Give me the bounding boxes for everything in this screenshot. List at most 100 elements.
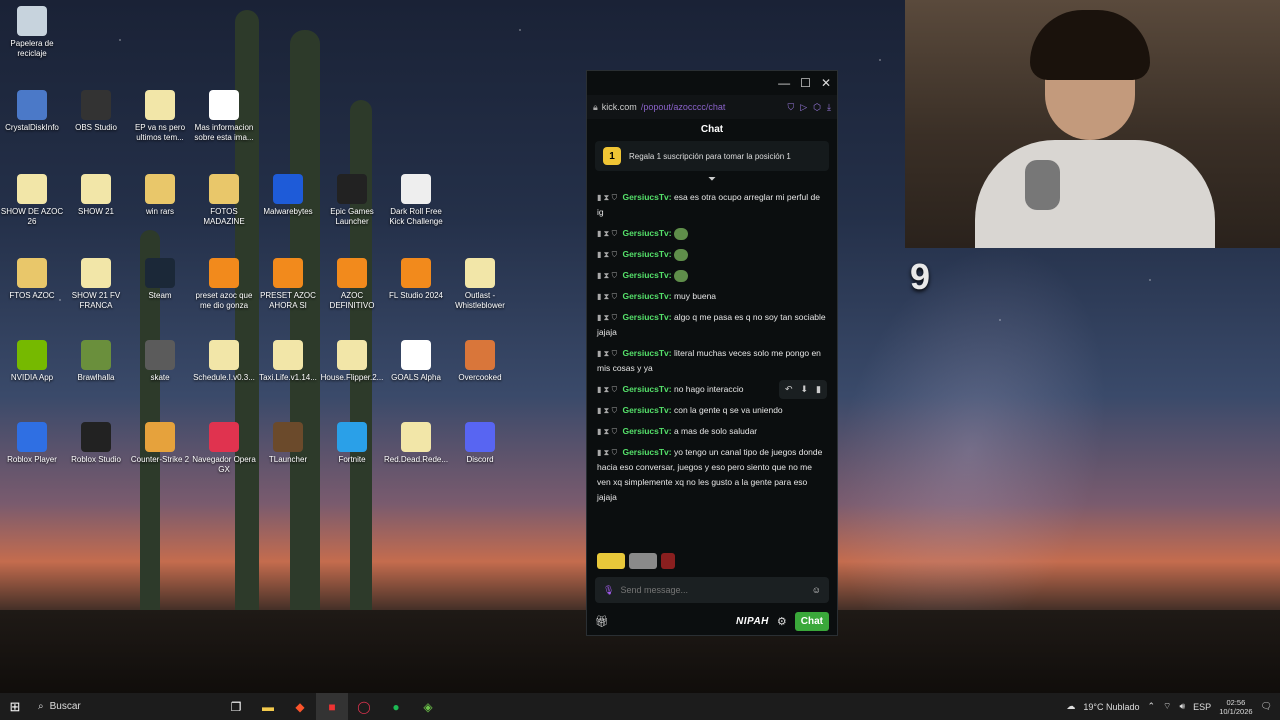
taskbar-search[interactable]: ⌕ Buscar bbox=[30, 693, 220, 720]
desktop-icon[interactable]: preset azoc que me dio gonza bbox=[192, 258, 256, 311]
desktop-icon[interactable]: AZOC DEFINITIVO bbox=[320, 258, 384, 311]
desktop-icon[interactable]: OBS Studio bbox=[64, 90, 128, 133]
desktop-icon[interactable]: PRESET AZOC AHORA SI bbox=[256, 258, 320, 311]
microphone-icon[interactable]: 🎙︎ bbox=[603, 585, 614, 596]
desktop-icon[interactable]: Dark Roll Free Kick Challenge bbox=[384, 174, 448, 227]
chat-message[interactable]: ▮ ⧗ ⛉ GersiucsTv: bbox=[597, 268, 827, 283]
task-view-icon[interactable]: ❐ bbox=[220, 693, 252, 720]
chat-username[interactable]: GersiucsTv: bbox=[622, 384, 671, 394]
chat-message[interactable]: ▮ ⧗ ⛉ GersiucsTv: no hago interaccio ↶ ⬇ ▮ bbox=[597, 380, 827, 399]
desktop-icon[interactable]: FTOS AZOC bbox=[0, 258, 64, 301]
desktop-icon[interactable]: CrystalDiskInfo bbox=[0, 90, 64, 133]
chat-username[interactable]: GersiucsTv: bbox=[622, 348, 671, 358]
desktop-icon[interactable]: Schedule.I.v0.3... bbox=[192, 340, 256, 383]
reply-icon[interactable]: ↶ bbox=[785, 382, 793, 397]
desktop-icon[interactable]: Outlast - Whistleblower bbox=[448, 258, 512, 311]
desktop-icon[interactable]: TLauncher bbox=[256, 422, 320, 465]
sub-gift-banner[interactable]: 1 Regala 1 suscripción para tomar la pos… bbox=[595, 141, 829, 171]
chat-username[interactable]: GersiucsTv: bbox=[622, 426, 671, 436]
language-indicator[interactable]: ESP bbox=[1193, 702, 1211, 712]
obs-taskbar-icon[interactable]: ■ bbox=[316, 693, 348, 720]
pin-icon[interactable]: ⬇ bbox=[801, 382, 809, 397]
desktop-icon[interactable]: skate bbox=[128, 340, 192, 383]
tray-chevron-icon[interactable]: ⌃ bbox=[1147, 701, 1155, 712]
desktop-icon[interactable]: Epic Games Launcher bbox=[320, 174, 384, 227]
network-icon[interactable]: ⌔ bbox=[1163, 701, 1171, 712]
chat-message[interactable]: ▮ ⧗ ⛉ GersiucsTv: yo tengo un canal tipo… bbox=[597, 445, 827, 505]
download-icon[interactable]: ⤓ bbox=[827, 102, 831, 113]
emote-face[interactable] bbox=[629, 553, 657, 569]
desktop-icon[interactable]: SHOW 21 FV FRANCA bbox=[64, 258, 128, 311]
settings-icon[interactable]: ⚙ bbox=[777, 615, 787, 628]
chat-username[interactable]: GersiucsTv: bbox=[622, 447, 671, 457]
chat-message[interactable]: ▮ ⧗ ⛉ GersiucsTv: algo q me pasa es q no… bbox=[597, 310, 827, 340]
opera-gx-taskbar-icon[interactable]: ◯ bbox=[348, 693, 380, 720]
chat-message[interactable]: ▮ ⧗ ⛉ GersiucsTv: a mas de solo saludar bbox=[597, 424, 827, 439]
chat-username[interactable]: GersiucsTv: bbox=[622, 249, 671, 259]
weather-text[interactable]: 19°C Nublado bbox=[1083, 702, 1139, 712]
chat-message[interactable]: ▮ ⧗ ⛉ GersiucsTv: muy buena bbox=[597, 289, 827, 304]
chat-message[interactable]: ▮ ⧗ ⛉ GersiucsTv: con la gente q se va u… bbox=[597, 403, 827, 418]
windows-start-icon[interactable]: ⊞ bbox=[0, 699, 30, 715]
desktop-icon[interactable]: GOALS Alpha bbox=[384, 340, 448, 383]
desktop-icon[interactable]: FOTOS MADAZINE bbox=[192, 174, 256, 227]
chat-username[interactable]: GersiucsTv: bbox=[622, 270, 671, 280]
emote-minion[interactable] bbox=[597, 553, 625, 569]
desktop-icon[interactable]: FL Studio 2024 bbox=[384, 258, 448, 301]
nipah-brand[interactable]: NIPAH bbox=[736, 616, 769, 627]
desktop-icon[interactable]: Counter-Strike 2 bbox=[128, 422, 192, 465]
emote-picker-icon[interactable]: ☺ bbox=[812, 585, 821, 595]
extension-icon[interactable]: ⬡ bbox=[813, 102, 821, 113]
minecraft-taskbar-icon[interactable]: ◈ bbox=[412, 693, 444, 720]
desktop-icon[interactable]: Roblox Studio bbox=[64, 422, 128, 465]
webcam-shirt bbox=[975, 140, 1215, 248]
notifications-icon[interactable]: 🗨︎ bbox=[1261, 701, 1272, 712]
desktop-icon[interactable]: Overcooked bbox=[448, 340, 512, 383]
message-input[interactable] bbox=[620, 585, 806, 595]
weather-icon[interactable]: ☁ bbox=[1066, 701, 1075, 712]
desktop-icon[interactable]: Fortnite bbox=[320, 422, 384, 465]
chat-message[interactable]: ▮ ⧗ ⛉ GersiucsTv: literal muchas veces s… bbox=[597, 346, 827, 376]
desktop-icon[interactable]: Discord bbox=[448, 422, 512, 465]
chat-message[interactable]: ▮ ⧗ ⛉ GersiucsTv: esa es otra ocupo arre… bbox=[597, 190, 827, 220]
desktop-icon[interactable]: Mas informacion sobre esta ima... bbox=[192, 90, 256, 143]
desktop-icon[interactable]: Steam bbox=[128, 258, 192, 301]
play-icon[interactable]: ▷ bbox=[800, 102, 807, 113]
chat-filter-icon[interactable]: ⏷ bbox=[587, 171, 837, 188]
chat-username[interactable]: GersiucsTv: bbox=[622, 312, 671, 322]
desktop-icon[interactable]: Taxi.Life.v1.14... bbox=[256, 340, 320, 383]
url-bar[interactable]: 🔒︎ kick.com/popout/azocccc/chat ⛉ ▷ ⬡ ⤓ bbox=[587, 95, 837, 119]
desktop-icon[interactable]: SHOW 21 bbox=[64, 174, 128, 217]
chat-message[interactable]: ▮ ⧗ ⛉ GersiucsTv: bbox=[597, 247, 827, 262]
chat-username[interactable]: GersiucsTv: bbox=[622, 228, 671, 238]
maximize-icon[interactable]: ☐ bbox=[800, 76, 811, 90]
spotify-icon[interactable]: ● bbox=[380, 693, 412, 720]
volume-icon[interactable]: 🔊︎ bbox=[1180, 701, 1186, 712]
desktop-icon[interactable]: win rars bbox=[128, 174, 192, 217]
shield-icon[interactable]: ⛉ bbox=[787, 102, 794, 113]
minimize-icon[interactable]: — bbox=[778, 76, 790, 90]
emote-red[interactable] bbox=[661, 553, 675, 569]
chat-username[interactable]: GersiucsTv: bbox=[622, 291, 671, 301]
chat-message-text: con la gente q se va uniendo bbox=[673, 405, 783, 415]
desktop-icon[interactable]: Brawlhalla bbox=[64, 340, 128, 383]
desktop-icon[interactable]: EP va ns pero ultimos tem... bbox=[128, 90, 192, 143]
chat-username[interactable]: GersiucsTv: bbox=[622, 192, 671, 202]
desktop-icon[interactable]: Roblox Player bbox=[0, 422, 64, 465]
brave-icon[interactable]: ◆ bbox=[284, 693, 316, 720]
chat-message[interactable]: ▮ ⧗ ⛉ GersiucsTv: bbox=[597, 226, 827, 241]
desktop-icon[interactable]: Red.Dead.Rede... bbox=[384, 422, 448, 465]
desktop-icon[interactable]: House.Flipper.2... bbox=[320, 340, 384, 383]
desktop-icon[interactable]: Papelera de reciclaje bbox=[0, 6, 64, 59]
close-icon[interactable]: ✕ bbox=[821, 76, 831, 90]
delete-icon[interactable]: ▮ bbox=[816, 382, 821, 397]
desktop-icon[interactable]: SHOW DE AZOC 26 bbox=[0, 174, 64, 227]
desktop-icon[interactable]: Malwarebytes bbox=[256, 174, 320, 217]
send-chat-button[interactable]: Chat bbox=[794, 611, 829, 631]
desktop-icon[interactable]: NVIDIA App bbox=[0, 340, 64, 383]
desktop-icon[interactable]: Navegador Opera GX bbox=[192, 422, 256, 475]
gift-icon[interactable]: 🎁︎ bbox=[595, 615, 609, 628]
file-explorer-icon[interactable]: ▬ bbox=[252, 693, 284, 720]
clock[interactable]: 02:56 10/1/2026 bbox=[1219, 698, 1252, 716]
chat-username[interactable]: GersiucsTv: bbox=[622, 405, 671, 415]
